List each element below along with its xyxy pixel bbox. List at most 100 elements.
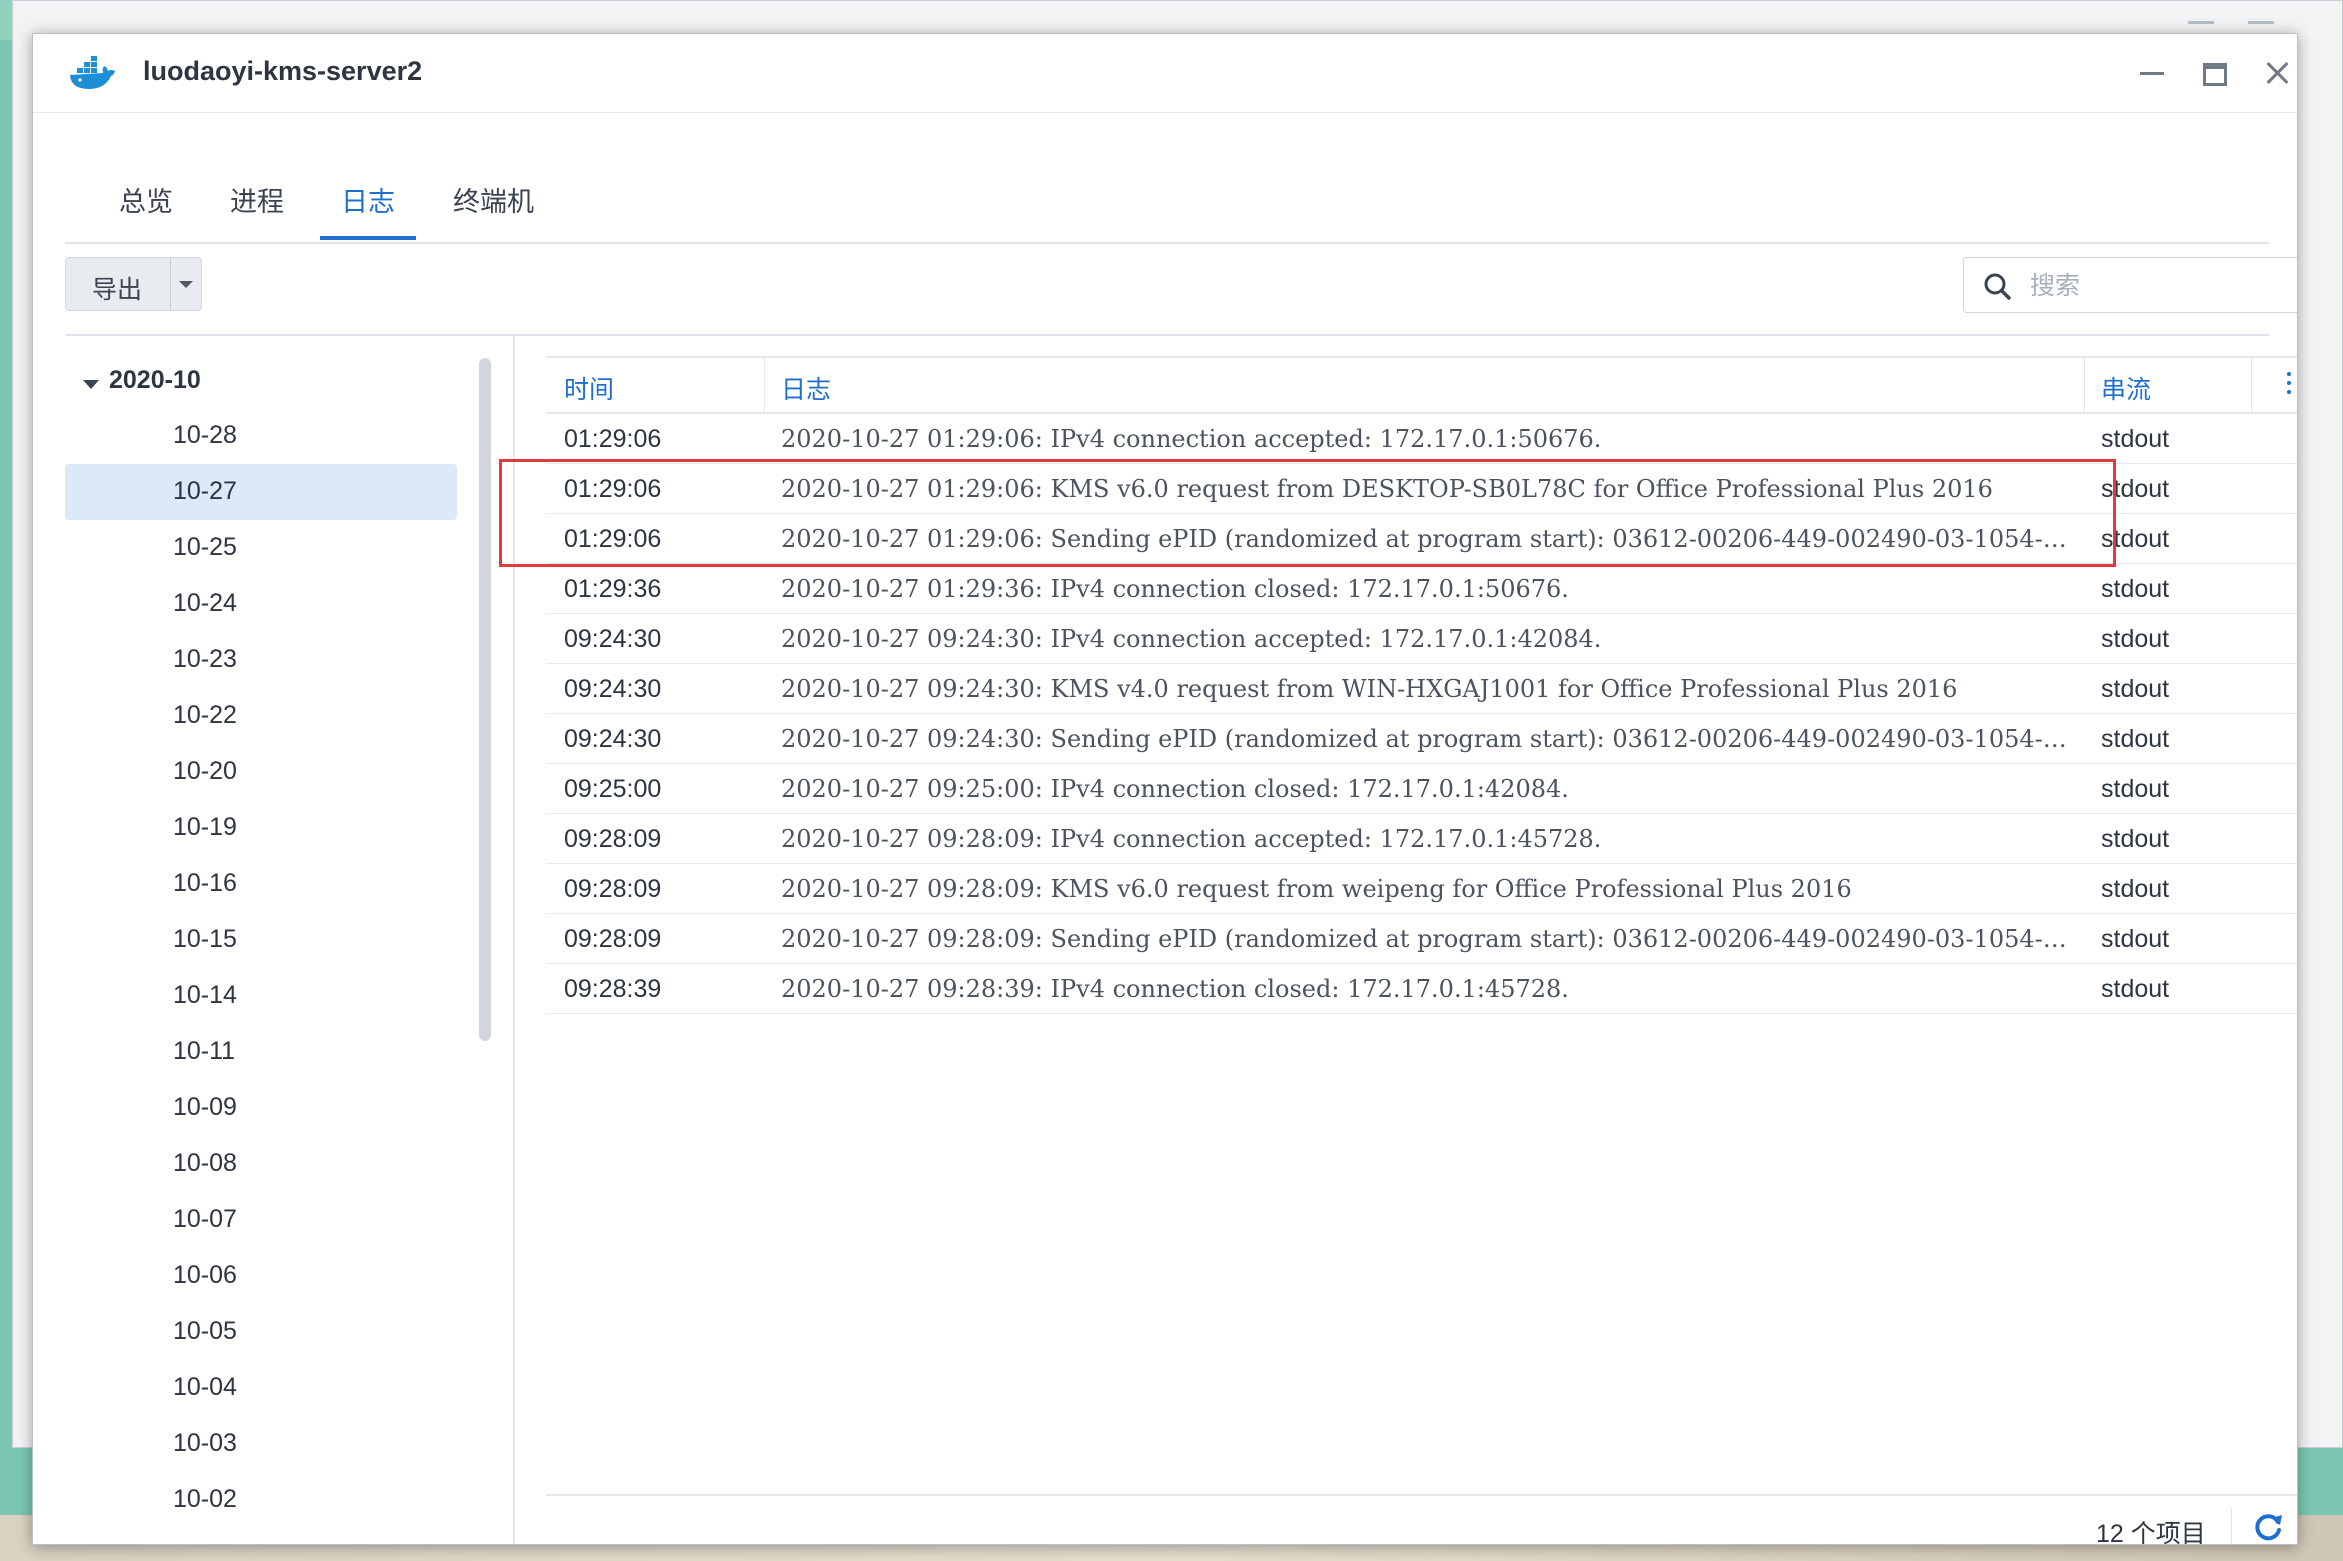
more-options-icon[interactable]: [2286, 372, 2292, 398]
window-title: luodaoyi-kms-server2: [143, 56, 423, 86]
maximize-button[interactable]: [2200, 58, 2230, 88]
container-detail-window: luodaoyi-kms-server2 总览 进程 日志 终端机 导出 202…: [32, 33, 2298, 1545]
cell-log: 2020-10-27 09:28:09: KMS v6.0 request fr…: [781, 875, 1852, 903]
date-item[interactable]: 10-28: [65, 408, 457, 464]
tab-processes[interactable]: 进程: [230, 180, 284, 219]
title-bar[interactable]: luodaoyi-kms-server2: [33, 34, 2297, 113]
date-item[interactable]: 10-02: [65, 1472, 457, 1528]
tree-group-month[interactable]: 2020-10: [109, 366, 201, 395]
date-label: 10-04: [173, 1373, 237, 1401]
date-label: 10-20: [173, 757, 237, 785]
cell-stream: stdout: [2101, 725, 2170, 753]
search-icon: [1984, 273, 2011, 300]
tab-terminal[interactable]: 终端机: [453, 180, 534, 219]
date-item[interactable]: 10-20: [65, 744, 457, 800]
date-item[interactable]: 10-25: [65, 520, 457, 576]
date-label: 10-25: [173, 533, 237, 561]
date-label: 10-19: [173, 813, 237, 841]
cell-time: 01:29:06: [564, 475, 662, 503]
table-row[interactable]: 09:24:30 2020-10-27 09:24:30: IPv4 connec…: [546, 614, 2297, 664]
table-row[interactable]: 01:29:06 2020-10-27 01:29:06: IPv4 connec…: [546, 414, 2297, 464]
cell-stream: stdout: [2101, 825, 2170, 853]
close-button[interactable]: [2263, 58, 2293, 88]
caret-down-icon[interactable]: [83, 380, 99, 389]
date-item[interactable]: 10-14: [65, 968, 457, 1024]
export-button-divider: [170, 258, 171, 310]
date-list: 10-28 10-27 10-25 10-24 10-23 10-22 10-2…: [65, 408, 457, 1544]
date-label: 10-08: [173, 1149, 237, 1177]
date-label: 10-28: [173, 421, 237, 449]
date-item[interactable]: 10-04: [65, 1360, 457, 1416]
date-label: 10-27: [173, 477, 237, 505]
table-row[interactable]: 01:29:06 2020-10-27 01:29:06: Sending ePI…: [546, 514, 2297, 564]
docker-whale-icon: [70, 56, 115, 89]
date-item[interactable]: 10-07: [65, 1192, 457, 1248]
chevron-down-icon[interactable]: [179, 281, 193, 288]
cell-time: 09:28:39: [564, 975, 662, 1003]
date-item[interactable]: 10-05: [65, 1304, 457, 1360]
date-label: 10-01: [173, 1541, 237, 1544]
tab-bar: 总览 进程 日志 终端机: [65, 162, 2269, 244]
date-label: 10-24: [173, 589, 237, 617]
cell-time: 09:25:00: [564, 775, 662, 803]
table-row[interactable]: 09:28:09 2020-10-27 09:28:09: KMS v6.0 re…: [546, 864, 2297, 914]
date-label: 10-14: [173, 981, 237, 1009]
minimize-button[interactable]: [2137, 58, 2167, 88]
cell-log: 2020-10-27 09:28:09: IPv4 connection acc…: [781, 825, 1602, 853]
table-footer: 12 个项目: [546, 1494, 2297, 1544]
column-divider: [2084, 358, 2085, 414]
date-item[interactable]: 10-09: [65, 1080, 457, 1136]
table-row[interactable]: 09:24:30 2020-10-27 09:24:30: KMS v4.0 re…: [546, 664, 2297, 714]
table-row[interactable]: 01:29:36 2020-10-27 01:29:36: IPv4 connec…: [546, 564, 2297, 614]
sidebar-scrollbar[interactable]: [479, 358, 491, 1041]
cell-log: 2020-10-27 01:29:06: KMS v6.0 request fr…: [781, 475, 1993, 503]
date-item[interactable]: 10-01: [65, 1528, 457, 1544]
tab-overview[interactable]: 总览: [119, 180, 173, 219]
date-label: 10-15: [173, 925, 237, 953]
date-item[interactable]: 10-19: [65, 800, 457, 856]
date-item[interactable]: 10-15: [65, 912, 457, 968]
cell-stream: stdout: [2101, 925, 2170, 953]
table-row[interactable]: 09:28:09 2020-10-27 09:28:09: IPv4 connec…: [546, 814, 2297, 864]
cell-time: 01:29:06: [564, 525, 662, 553]
tab-logs[interactable]: 日志: [341, 180, 395, 219]
date-item[interactable]: 10-16: [65, 856, 457, 912]
cell-stream: stdout: [2101, 625, 2170, 653]
cell-log: 2020-10-27 09:24:30: IPv4 connection acc…: [781, 625, 1602, 653]
table-row[interactable]: 09:28:09 2020-10-27 09:28:09: Sending ePI…: [546, 914, 2297, 964]
date-item-selected[interactable]: 10-27: [65, 464, 457, 520]
search-box[interactable]: [1963, 257, 2297, 313]
date-item[interactable]: 10-24: [65, 576, 457, 632]
cell-stream: stdout: [2101, 975, 2170, 1003]
cell-log: 2020-10-27 09:25:00: IPv4 connection clo…: [781, 775, 1569, 803]
date-item[interactable]: 10-23: [65, 632, 457, 688]
footer-divider: [2231, 1508, 2232, 1544]
date-item[interactable]: 10-11: [65, 1024, 457, 1080]
column-header-time[interactable]: 时间: [564, 370, 614, 406]
column-header-stream[interactable]: 串流: [2101, 370, 2151, 406]
table-row[interactable]: 09:24:30 2020-10-27 09:24:30: Sending ePI…: [546, 714, 2297, 764]
refresh-icon[interactable]: [2251, 1510, 2285, 1544]
cell-stream: stdout: [2101, 675, 2170, 703]
table-row[interactable]: 09:25:00 2020-10-27 09:25:00: IPv4 connec…: [546, 764, 2297, 814]
cell-log: 2020-10-27 09:24:30: KMS v4.0 request fr…: [781, 675, 1958, 703]
date-label: 10-23: [173, 645, 237, 673]
date-item[interactable]: 10-08: [65, 1136, 457, 1192]
table-row[interactable]: 01:29:06 2020-10-27 01:29:06: KMS v6.0 re…: [546, 464, 2297, 514]
search-input[interactable]: [2028, 266, 2297, 306]
column-header-log[interactable]: 日志: [781, 370, 831, 406]
date-item[interactable]: 10-03: [65, 1416, 457, 1472]
date-item[interactable]: 10-22: [65, 688, 457, 744]
date-label: 10-02: [173, 1485, 237, 1513]
cell-log: 2020-10-27 09:28:09: Sending ePID (rando…: [781, 925, 2067, 953]
cell-time: 09:24:30: [564, 625, 662, 653]
date-label: 10-22: [173, 701, 237, 729]
table-row[interactable]: 09:28:39 2020-10-27 09:28:39: IPv4 connec…: [546, 964, 2297, 1014]
date-item[interactable]: 10-06: [65, 1248, 457, 1304]
cell-stream: stdout: [2101, 875, 2170, 903]
date-label: 10-03: [173, 1429, 237, 1457]
date-label: 10-07: [173, 1205, 237, 1233]
export-button[interactable]: 导出: [65, 257, 202, 311]
cell-log: 2020-10-27 01:29:36: IPv4 connection clo…: [781, 575, 1569, 603]
cell-time: 01:29:06: [564, 425, 662, 453]
